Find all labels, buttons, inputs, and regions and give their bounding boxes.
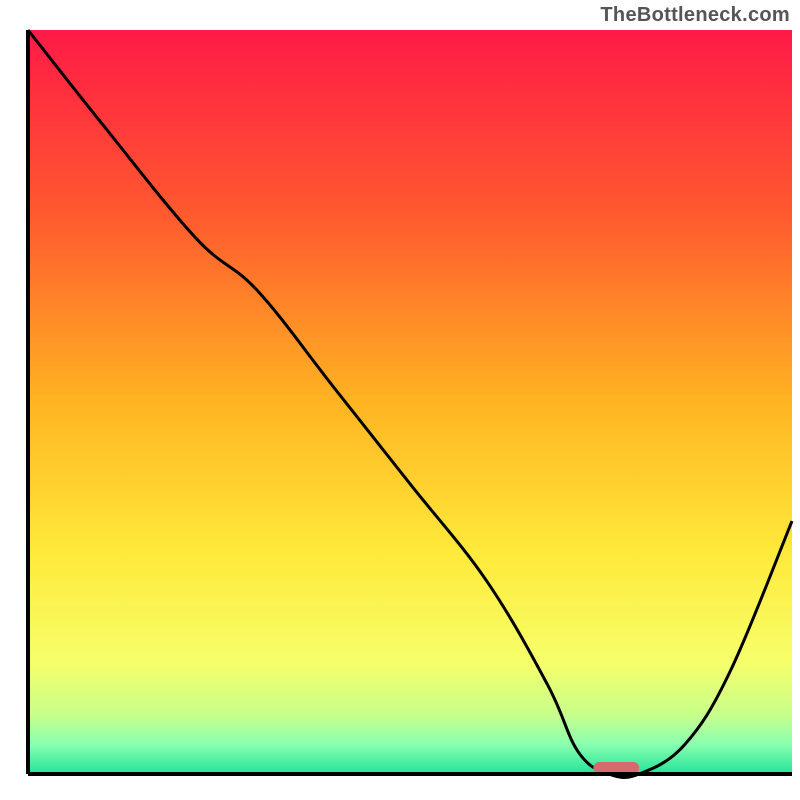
chart-container: TheBottleneck.com	[0, 0, 800, 800]
plot-background	[28, 30, 792, 774]
bottleneck-chart	[0, 0, 800, 800]
watermark-text: TheBottleneck.com	[600, 4, 790, 27]
